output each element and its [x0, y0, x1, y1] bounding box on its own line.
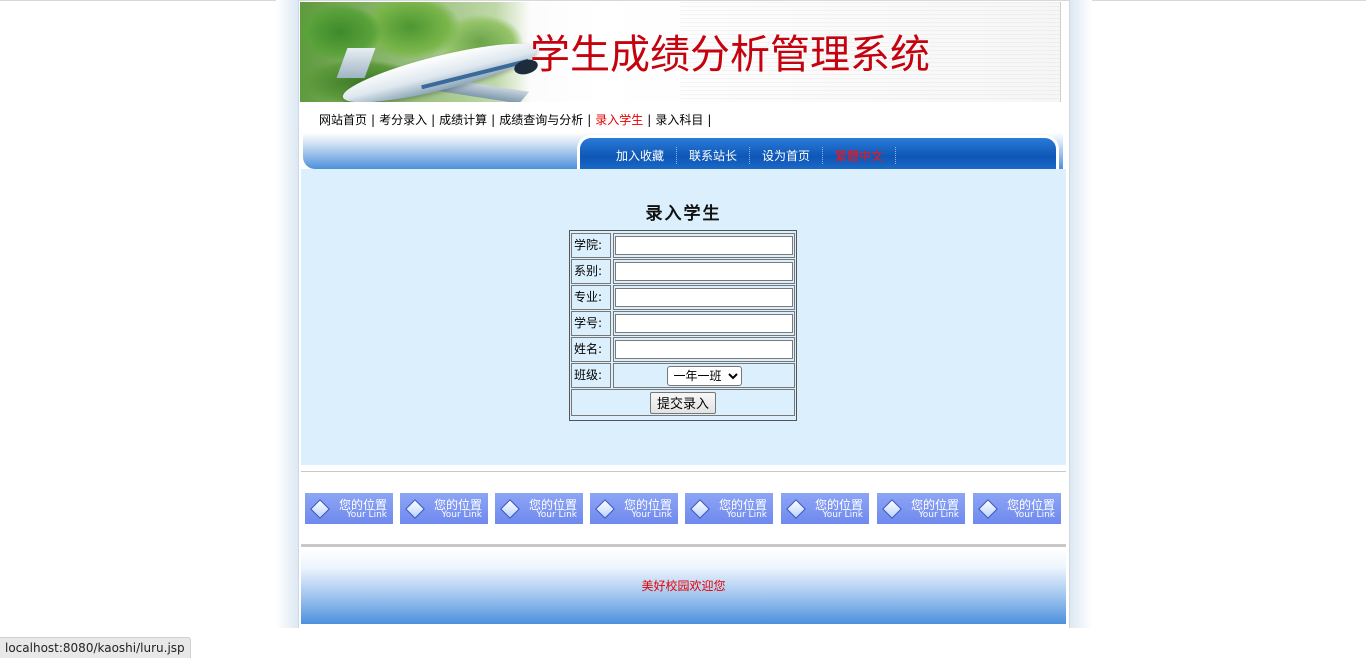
student-entry-form: 学院: 系别: 专业: 学号: 姓名: 班级: 一年一班 提交录入 — [569, 230, 797, 421]
nav-separator: | — [587, 113, 592, 127]
page-shadow-left — [276, 0, 298, 628]
contact-admin-link[interactable]: 联系站长 — [677, 147, 751, 164]
header-banner: 学生成绩分析管理系统 — [300, 2, 1061, 102]
link-subtitle: Your Link — [726, 510, 767, 520]
submit-button[interactable]: 提交录入 — [649, 391, 716, 414]
nav-separator: | — [371, 113, 376, 127]
form-row-major: 专业: — [571, 285, 795, 310]
nav-separator: | — [491, 113, 496, 127]
your-links-strip: 您的位置 Your Link 您的位置 Your Link 您的位置 Your … — [305, 493, 1065, 525]
your-link-button[interactable]: 您的位置 Your Link — [400, 493, 488, 524]
student-id-field-cell — [613, 311, 795, 336]
link-subtitle: Your Link — [918, 510, 959, 520]
your-link-button[interactable]: 您的位置 Your Link — [685, 493, 773, 524]
link-subtitle: Your Link — [346, 510, 387, 520]
nav-separator: | — [647, 113, 652, 127]
browser-status-url: localhost:8080/kaoshi/luru.jsp — [0, 637, 191, 658]
college-label: 学院: — [571, 233, 611, 258]
main-navigation: 网站首页 | 考分录入 | 成绩计算 | 成绩查询与分析 | 录入学生 | 录入科目 | 加入收藏 联系… — [303, 103, 1063, 169]
submit-cell: 提交录入 — [571, 389, 795, 416]
diamond-icon — [405, 499, 425, 519]
link-subtitle: Your Link — [536, 510, 577, 520]
page-container: 学生成绩分析管理系统 网站首页 | 考分录入 | 成绩计算 | 成绩查询与分析 | 录入学生 | 录… — [298, 1, 1070, 628]
set-homepage-link[interactable]: 设为首页 — [750, 147, 824, 164]
department-label: 系别: — [571, 259, 611, 284]
name-input[interactable] — [615, 340, 793, 359]
nav-separator: | — [431, 113, 436, 127]
link-subtitle: Your Link — [822, 510, 863, 520]
college-field-cell — [613, 233, 795, 258]
nav-separator: | — [707, 113, 712, 127]
nav-item-score-entry[interactable]: 考分录入 — [379, 113, 427, 127]
link-subtitle: Your Link — [1014, 510, 1055, 520]
diamond-icon — [500, 499, 520, 519]
site-title: 学生成绩分析管理系统 — [530, 32, 930, 78]
nav-item-score-query[interactable]: 成绩查询与分析 — [499, 113, 583, 127]
department-field-cell — [613, 259, 795, 284]
main-content: 录入学生 学院: 系别: 专业: 学号: 姓名: 班级: 一年一班 提交录入 — [301, 169, 1066, 465]
diamond-icon — [786, 499, 806, 519]
your-link-button[interactable]: 您的位置 Your Link — [495, 493, 583, 524]
traditional-chinese-link[interactable]: 繁體中文 — [823, 147, 897, 164]
form-title: 录入学生 — [645, 204, 722, 224]
footer: 美好校园欢迎您 — [301, 548, 1066, 624]
your-link-button[interactable]: 您的位置 Your Link — [590, 493, 678, 524]
your-link-button[interactable]: 您的位置 Your Link — [973, 493, 1061, 524]
department-input[interactable] — [615, 262, 793, 281]
nav-item-score-calc[interactable]: 成绩计算 — [439, 113, 487, 127]
sub-links: 加入收藏 联系站长 设为首页 繁體中文 — [604, 147, 897, 164]
nav-item-add-student[interactable]: 录入学生 — [595, 113, 643, 127]
link-subtitle: Your Link — [441, 510, 482, 520]
diamond-icon — [310, 499, 330, 519]
student-id-label: 学号: — [571, 311, 611, 336]
diamond-icon — [690, 499, 710, 519]
college-input[interactable] — [615, 236, 793, 255]
diamond-icon — [882, 499, 902, 519]
your-link-button[interactable]: 您的位置 Your Link — [781, 493, 869, 524]
form-row-college: 学院: — [571, 233, 795, 258]
form-row-name: 姓名: — [571, 337, 795, 362]
major-label: 专业: — [571, 285, 611, 310]
diamond-icon — [978, 499, 998, 519]
link-subtitle: Your Link — [631, 510, 672, 520]
add-favorite-link[interactable]: 加入收藏 — [604, 147, 678, 164]
class-label: 班级: — [571, 363, 611, 388]
major-input[interactable] — [615, 288, 793, 307]
form-row-department: 系别: — [571, 259, 795, 284]
page-shadow-right — [1070, 0, 1092, 628]
diamond-icon — [595, 499, 615, 519]
major-field-cell — [613, 285, 795, 310]
student-id-input[interactable] — [615, 314, 793, 333]
form-row-submit: 提交录入 — [571, 389, 795, 418]
name-label: 姓名: — [571, 337, 611, 362]
form-row-class: 班级: 一年一班 — [571, 363, 795, 388]
class-field-cell: 一年一班 — [613, 363, 795, 388]
divider-bottom — [301, 544, 1066, 547]
nav-item-add-subject[interactable]: 录入科目 — [655, 113, 703, 127]
class-select[interactable]: 一年一班 — [666, 365, 742, 386]
name-field-cell — [613, 337, 795, 362]
divider-top — [301, 471, 1066, 472]
nav-item-home[interactable]: 网站首页 — [319, 113, 367, 127]
sub-link-bar: 加入收藏 联系站长 设为首页 繁體中文 — [577, 135, 1059, 169]
your-link-button[interactable]: 您的位置 Your Link — [305, 493, 393, 524]
nav-menu: 网站首页 | 考分录入 | 成绩计算 | 成绩查询与分析 | 录入学生 | 录入科目 | — [319, 111, 715, 128]
footer-welcome-message: 美好校园欢迎您 — [641, 579, 726, 593]
your-link-button[interactable]: 您的位置 Your Link — [877, 493, 965, 524]
form-row-student-id: 学号: — [571, 311, 795, 336]
